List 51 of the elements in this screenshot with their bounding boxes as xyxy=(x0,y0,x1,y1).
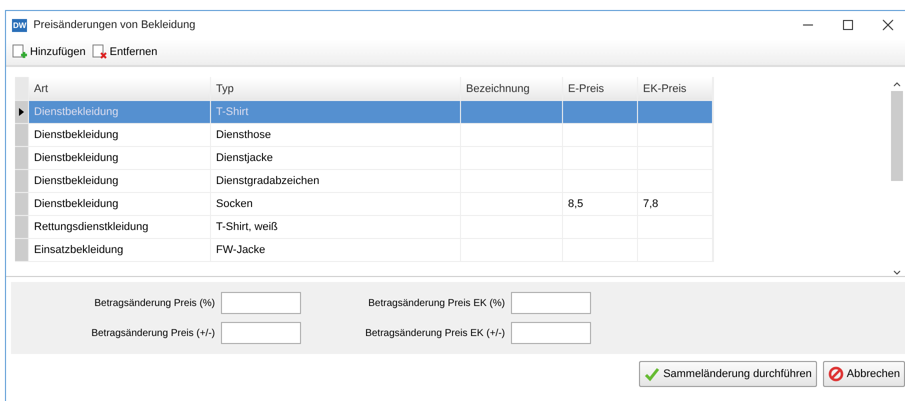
toolbar-button[interactable]: Hinzufügen xyxy=(12,44,86,60)
remove-document-icon xyxy=(92,44,108,60)
field-label: Betragsänderung Preis EK (+/-) xyxy=(365,328,505,338)
field-label: Betragsänderung Preis (%) xyxy=(94,298,215,308)
action-button[interactable]: Abbrechen xyxy=(822,361,905,387)
column-header[interactable]: Art xyxy=(29,77,211,100)
add-document-icon xyxy=(12,44,28,60)
input-field[interactable] xyxy=(511,322,591,344)
table-cell: Rettungsdienstkleidung xyxy=(34,221,148,233)
table-cell: Dienstbekleidung xyxy=(34,106,118,118)
column-header[interactable]: EK-Preis xyxy=(638,77,713,100)
input-field[interactable] xyxy=(221,292,301,314)
table-cell: 8,5 xyxy=(568,198,584,210)
maximize-icon[interactable] xyxy=(842,19,854,31)
table-cell: Einsatzbekleidung xyxy=(34,244,124,256)
table-cell: Dienstbekleidung xyxy=(34,129,118,141)
column-header[interactable]: Bezeichnung xyxy=(461,77,563,100)
table-cell: T-Shirt xyxy=(216,106,248,118)
table-cell: Dienstjacke xyxy=(216,152,273,164)
table-cell: Dienstbekleidung xyxy=(34,152,118,164)
table-cell: T-Shirt, weiß xyxy=(216,221,278,233)
app-logo-icon: DW xyxy=(12,18,28,32)
row-pointer-icon xyxy=(19,108,24,116)
table-row[interactable]: Rettungsdienstkleidung T-Shirt, weiß xyxy=(15,216,713,239)
scroll-down-icon[interactable] xyxy=(893,270,901,276)
input-field[interactable] xyxy=(221,322,301,344)
field-label: Betragsänderung Preis (+/-) xyxy=(91,328,215,338)
cancel-icon xyxy=(828,366,844,382)
table-row[interactable]: Dienstbekleidung Diensthose xyxy=(15,124,713,147)
input-field[interactable] xyxy=(511,292,591,314)
checkmark-icon xyxy=(644,366,660,382)
table-cell: Diensthose xyxy=(216,129,272,141)
table-row[interactable]: Dienstbekleidung Socken 8,5 7,8 xyxy=(15,193,713,216)
table-cell: 7,8 xyxy=(643,198,658,210)
window-title: Preisänderungen von Bekleidung xyxy=(33,19,196,31)
column-header[interactable]: Typ xyxy=(211,77,461,100)
table-cell: Socken xyxy=(216,198,253,210)
table-cell: Dienstbekleidung xyxy=(34,175,118,187)
table-cell: FW-Jacke xyxy=(216,244,266,256)
table-row[interactable]: Einsatzbekleidung FW-Jacke xyxy=(15,239,713,262)
row-header[interactable] xyxy=(15,101,29,123)
action-button[interactable]: Sammeländerung durchführen xyxy=(639,361,817,387)
column-header[interactable]: E-Preis xyxy=(563,77,638,100)
scroll-up-icon[interactable] xyxy=(893,81,901,87)
field-label: Betragsänderung Preis EK (%) xyxy=(368,298,505,308)
table-row[interactable]: Dienstbekleidung Dienstjacke xyxy=(15,147,713,170)
table-row[interactable]: Dienstbekleidung Dienstgradabzeichen xyxy=(15,170,713,193)
table-cell: Dienstbekleidung xyxy=(34,198,118,210)
toolbar-button[interactable]: Entfernen xyxy=(92,44,158,60)
table-cell: Dienstgradabzeichen xyxy=(216,175,320,187)
close-icon[interactable] xyxy=(882,19,894,31)
